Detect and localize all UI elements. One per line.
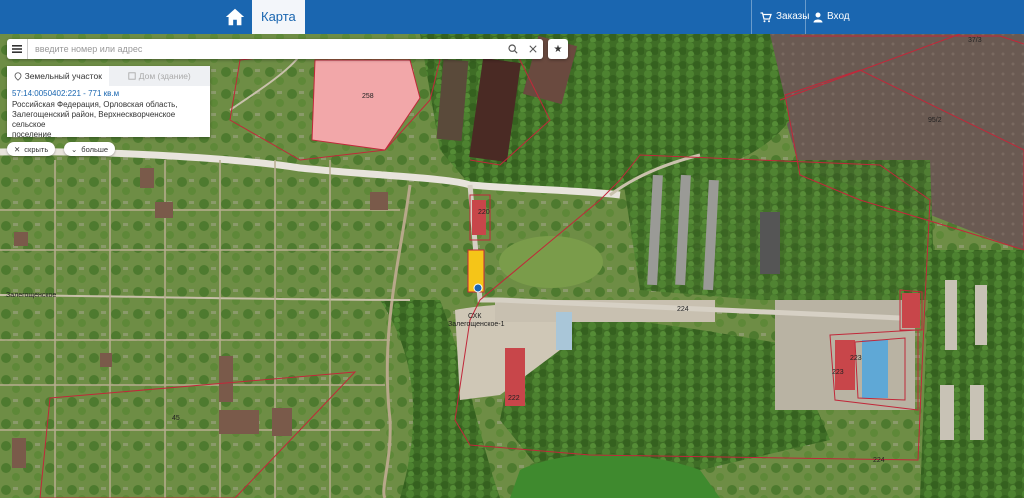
parcel-label: 220: [478, 209, 490, 216]
favorites-button[interactable]: ★: [548, 39, 568, 59]
address-line: Российская Федерация, Орловская область,: [12, 100, 178, 109]
orchard: [499, 236, 603, 288]
address-line: Залегощенский район, Верхнескворченское …: [12, 110, 176, 129]
tab-land-plot[interactable]: Земельный участок: [7, 66, 109, 86]
building-icon: [128, 72, 136, 80]
login-label: Вход: [827, 11, 850, 22]
orders-button[interactable]: Заказы: [760, 0, 809, 34]
hide-button[interactable]: ✕ скрыть: [7, 142, 56, 156]
blue-roof-building: [862, 340, 888, 398]
more-label: больше: [81, 144, 109, 154]
more-button[interactable]: ⌄ больше: [64, 142, 116, 156]
clear-button[interactable]: [523, 39, 543, 59]
top-bar: Карта Заказы Вход: [0, 0, 1024, 34]
site-label: СХК: [468, 313, 482, 320]
hamburger-icon: [12, 45, 22, 53]
red-roof-building: [902, 293, 920, 328]
cadastral-number[interactable]: 57:14:0050402:221 - 771 кв.м: [7, 86, 210, 99]
login-button[interactable]: Вход: [813, 0, 850, 34]
menu-button[interactable]: [7, 39, 28, 59]
location-marker-icon[interactable]: [473, 283, 483, 293]
panel-tabs: Земельный участок Дом (здание): [7, 66, 210, 86]
pin-icon: [14, 71, 21, 81]
close-icon: ✕: [14, 144, 21, 154]
tab-map[interactable]: Карта: [252, 0, 305, 34]
tab-land-label: Земельный участок: [24, 71, 102, 81]
parcel-label: 224: [873, 457, 885, 464]
tab-house-label: Дом (здание): [138, 71, 191, 81]
divider: [805, 0, 806, 34]
parcel-label: 37/3: [968, 37, 982, 44]
user-icon: [813, 12, 823, 22]
chevron-down-icon: ⌄: [71, 144, 78, 154]
star-icon: ★: [553, 43, 563, 55]
parcel-label: 258: [362, 93, 374, 100]
search-button[interactable]: [503, 39, 523, 59]
search-input[interactable]: [28, 39, 503, 59]
site-label: Залегощенское-1: [448, 321, 505, 328]
forest-area: [920, 250, 1024, 498]
blue-roof-building: [556, 312, 572, 350]
search-icon: [508, 44, 518, 54]
parcel-label: 224: [677, 306, 689, 313]
home-icon[interactable]: [224, 6, 246, 28]
search-bar: [7, 39, 543, 59]
divider: [751, 0, 752, 34]
parcel-label: 223: [832, 369, 844, 376]
parcel-label: 45: [172, 415, 180, 422]
address-line: поселение: [12, 130, 52, 139]
tab-house[interactable]: Дом (здание): [108, 66, 210, 86]
parcel-label: 95/2: [928, 117, 942, 124]
parcel-label: 222: [508, 395, 520, 402]
hide-label: скрыть: [24, 144, 49, 154]
red-roof-building: [472, 200, 486, 235]
info-panel: Земельный участок Дом (здание) 57:14:005…: [7, 66, 210, 139]
parcel-label: 223: [850, 355, 862, 362]
cart-icon: [760, 11, 772, 22]
close-icon: [529, 45, 537, 53]
red-roof-building: [835, 340, 855, 390]
road-label: Залегощенское: [6, 292, 56, 299]
address-text: Российская Федерация, Орловская область,…: [7, 99, 210, 141]
